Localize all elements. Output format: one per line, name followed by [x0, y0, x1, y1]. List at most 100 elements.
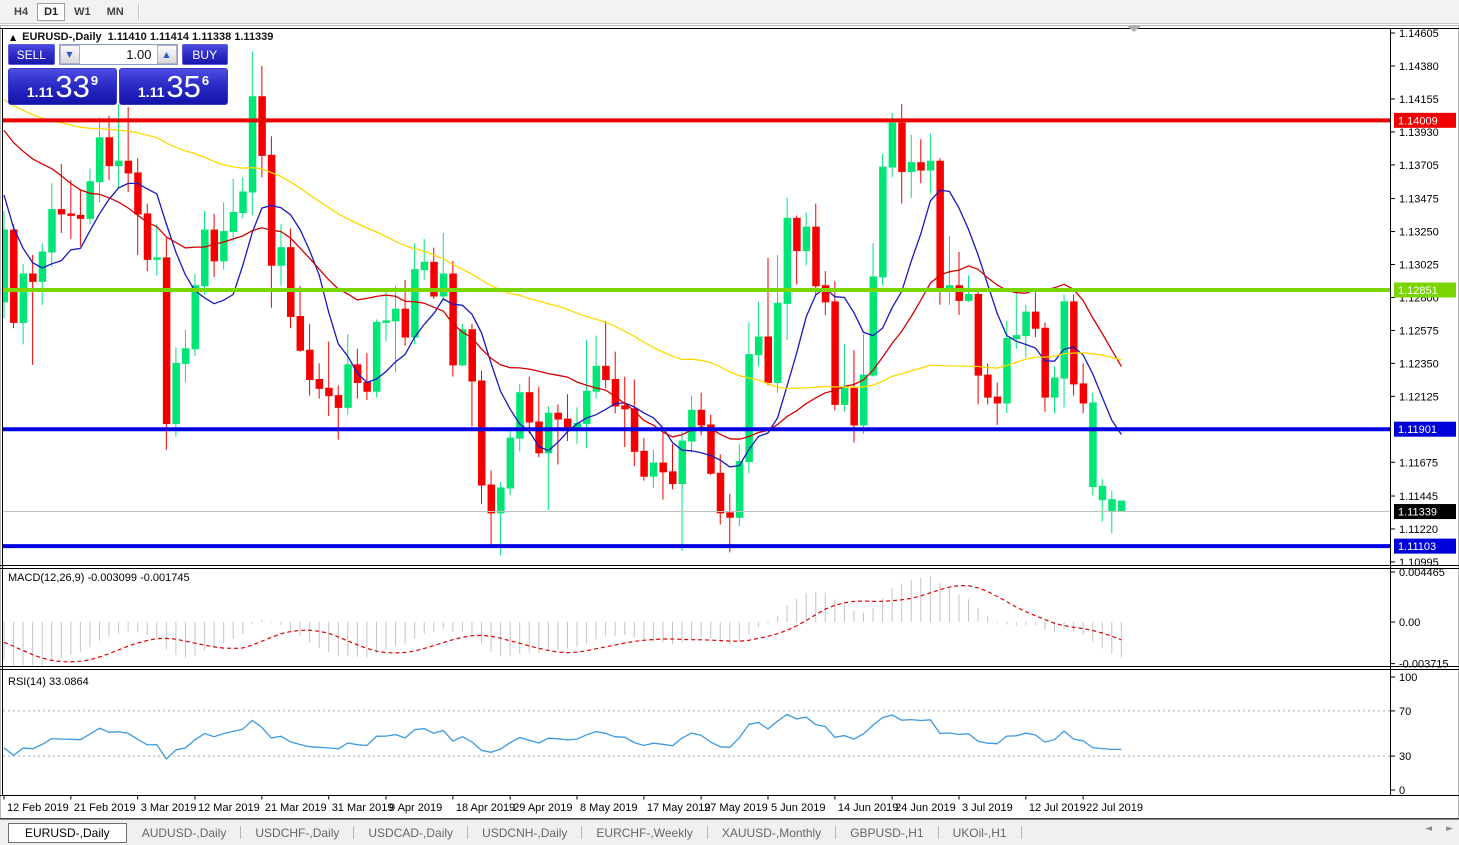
candle	[68, 214, 75, 215]
candle	[507, 438, 514, 488]
candle	[182, 349, 189, 364]
candle	[612, 380, 619, 406]
timeframe-h4-button[interactable]: H4	[7, 3, 35, 21]
svg-text:5 Jun 2019: 5 Jun 2019	[771, 802, 825, 814]
candle	[794, 218, 801, 250]
candle	[307, 350, 314, 379]
candle	[670, 472, 677, 484]
candle	[861, 375, 868, 425]
candle	[106, 138, 113, 166]
rsi-line	[4, 715, 1121, 760]
candle	[1071, 302, 1078, 384]
svg-text:1.11901: 1.11901	[1398, 424, 1437, 436]
candle	[173, 363, 180, 423]
volume-increase-button[interactable]: ▲	[157, 45, 177, 64]
candle	[1013, 336, 1020, 339]
svg-text:0.00: 0.00	[1399, 617, 1420, 629]
candle	[555, 413, 562, 419]
toolbar-separator	[138, 4, 140, 20]
svg-text:0: 0	[1399, 785, 1405, 797]
buy-price-tile[interactable]: 1.11 35 6	[119, 68, 228, 105]
tab-divider	[240, 826, 241, 839]
candle	[1080, 384, 1087, 403]
buy-button[interactable]: BUY	[182, 44, 229, 65]
candle	[479, 381, 486, 485]
svg-text:1.11220: 1.11220	[1399, 524, 1438, 536]
svg-text:21 Mar 2019: 21 Mar 2019	[265, 802, 327, 814]
candle	[765, 337, 772, 382]
svg-text:22 Jul 2019: 22 Jul 2019	[1086, 802, 1143, 814]
tab-audusd-daily[interactable]: AUDUSD-,Daily	[129, 824, 240, 842]
tab-eurchf-weekly[interactable]: EURCHF-,Weekly	[583, 824, 705, 842]
svg-text:27 May 2019: 27 May 2019	[704, 802, 768, 814]
svg-text:29 Apr 2019: 29 Apr 2019	[513, 802, 572, 814]
tab-divider	[581, 826, 582, 839]
candle	[937, 161, 944, 290]
price-chart-svg[interactable]: 1.146051.143801.141551.139301.137051.134…	[0, 0, 1459, 845]
tab-ukoil-h1[interactable]: UKOil-,H1	[940, 824, 1020, 842]
timeframe-mn-button[interactable]: MN	[100, 3, 131, 21]
candle	[326, 388, 333, 395]
candle	[345, 365, 352, 407]
sell-price-sup: 9	[91, 73, 98, 88]
buy-price-big: 35	[166, 71, 200, 102]
sell-price-big: 33	[55, 71, 89, 102]
chart-symbol-label: EURUSD-,Daily	[22, 31, 101, 43]
candle	[603, 366, 610, 379]
ma-21-line	[4, 130, 1121, 439]
svg-text:1.11675: 1.11675	[1399, 457, 1438, 469]
timeframe-w1-button[interactable]: W1	[67, 3, 98, 21]
tab-gbpusd-h1[interactable]: GBPUSD-,H1	[837, 824, 936, 842]
candle	[956, 286, 963, 301]
svg-text:9 Apr 2019: 9 Apr 2019	[389, 802, 442, 814]
volume-input[interactable]	[80, 45, 157, 64]
tab-divider	[353, 826, 354, 839]
date-axis: 12 Feb 201921 Feb 20193 Mar 201912 Mar 2…	[4, 796, 1143, 815]
tab-usdchf-daily[interactable]: USDCHF-,Daily	[242, 824, 352, 842]
candle	[259, 97, 266, 156]
tab-scroll-left-icon[interactable]: ◄	[1425, 824, 1432, 834]
sell-button[interactable]: SELL	[8, 44, 55, 65]
svg-text:0.004465: 0.004465	[1399, 567, 1445, 579]
svg-text:1.13250: 1.13250	[1399, 227, 1439, 239]
candle	[1061, 302, 1068, 378]
sell-price-tile[interactable]: 1.11 33 9	[8, 68, 117, 105]
candle	[736, 462, 743, 518]
volume-stepper: ▼ ▲	[59, 44, 178, 65]
svg-text:18 Apr 2019: 18 Apr 2019	[456, 802, 515, 814]
tab-scroll-right-icon[interactable]: ►	[1446, 824, 1453, 834]
tab-eurusd-daily[interactable]: EURUSD-,Daily	[8, 823, 127, 843]
candle	[717, 473, 724, 513]
timeframe-d1-button[interactable]: D1	[37, 3, 65, 21]
volume-decrease-button[interactable]: ▼	[60, 45, 80, 64]
rsi-indicator-label: RSI(14) 33.0864	[8, 676, 89, 688]
candle	[650, 463, 657, 476]
candle	[364, 382, 371, 391]
candle	[335, 396, 342, 408]
svg-text:12 Feb 2019: 12 Feb 2019	[7, 802, 69, 814]
svg-text:31 Mar 2019: 31 Mar 2019	[332, 802, 394, 814]
candle	[1099, 486, 1106, 499]
tab-xauusd-monthly[interactable]: XAUUSD-,Monthly	[709, 824, 834, 842]
svg-text:1.14380: 1.14380	[1399, 61, 1439, 73]
svg-text:1.11103: 1.11103	[1398, 541, 1436, 553]
candle	[278, 248, 285, 266]
candle	[383, 321, 390, 322]
candle	[288, 248, 295, 317]
candle	[230, 212, 237, 231]
candle	[30, 274, 37, 281]
candle	[97, 138, 104, 182]
collapse-triangle-icon[interactable]: ▲	[10, 33, 16, 42]
svg-text:3 Mar 2019: 3 Mar 2019	[141, 802, 197, 814]
candle	[440, 274, 447, 296]
svg-text:17 May 2019: 17 May 2019	[647, 802, 711, 814]
svg-text:1.12125: 1.12125	[1399, 391, 1439, 403]
svg-text:1.12575: 1.12575	[1399, 325, 1439, 337]
candle	[880, 167, 887, 277]
one-click-trading-panel: SELL ▼ ▲ BUY 1.11 33 9 1.11 35 6	[8, 44, 228, 105]
candle	[1052, 378, 1059, 397]
tab-usdcad-daily[interactable]: USDCAD-,Daily	[355, 824, 466, 842]
ma-8-line	[4, 183, 1121, 467]
tab-usdcnh-daily[interactable]: USDCNH-,Daily	[469, 824, 580, 842]
svg-text:1.14009: 1.14009	[1398, 115, 1438, 127]
